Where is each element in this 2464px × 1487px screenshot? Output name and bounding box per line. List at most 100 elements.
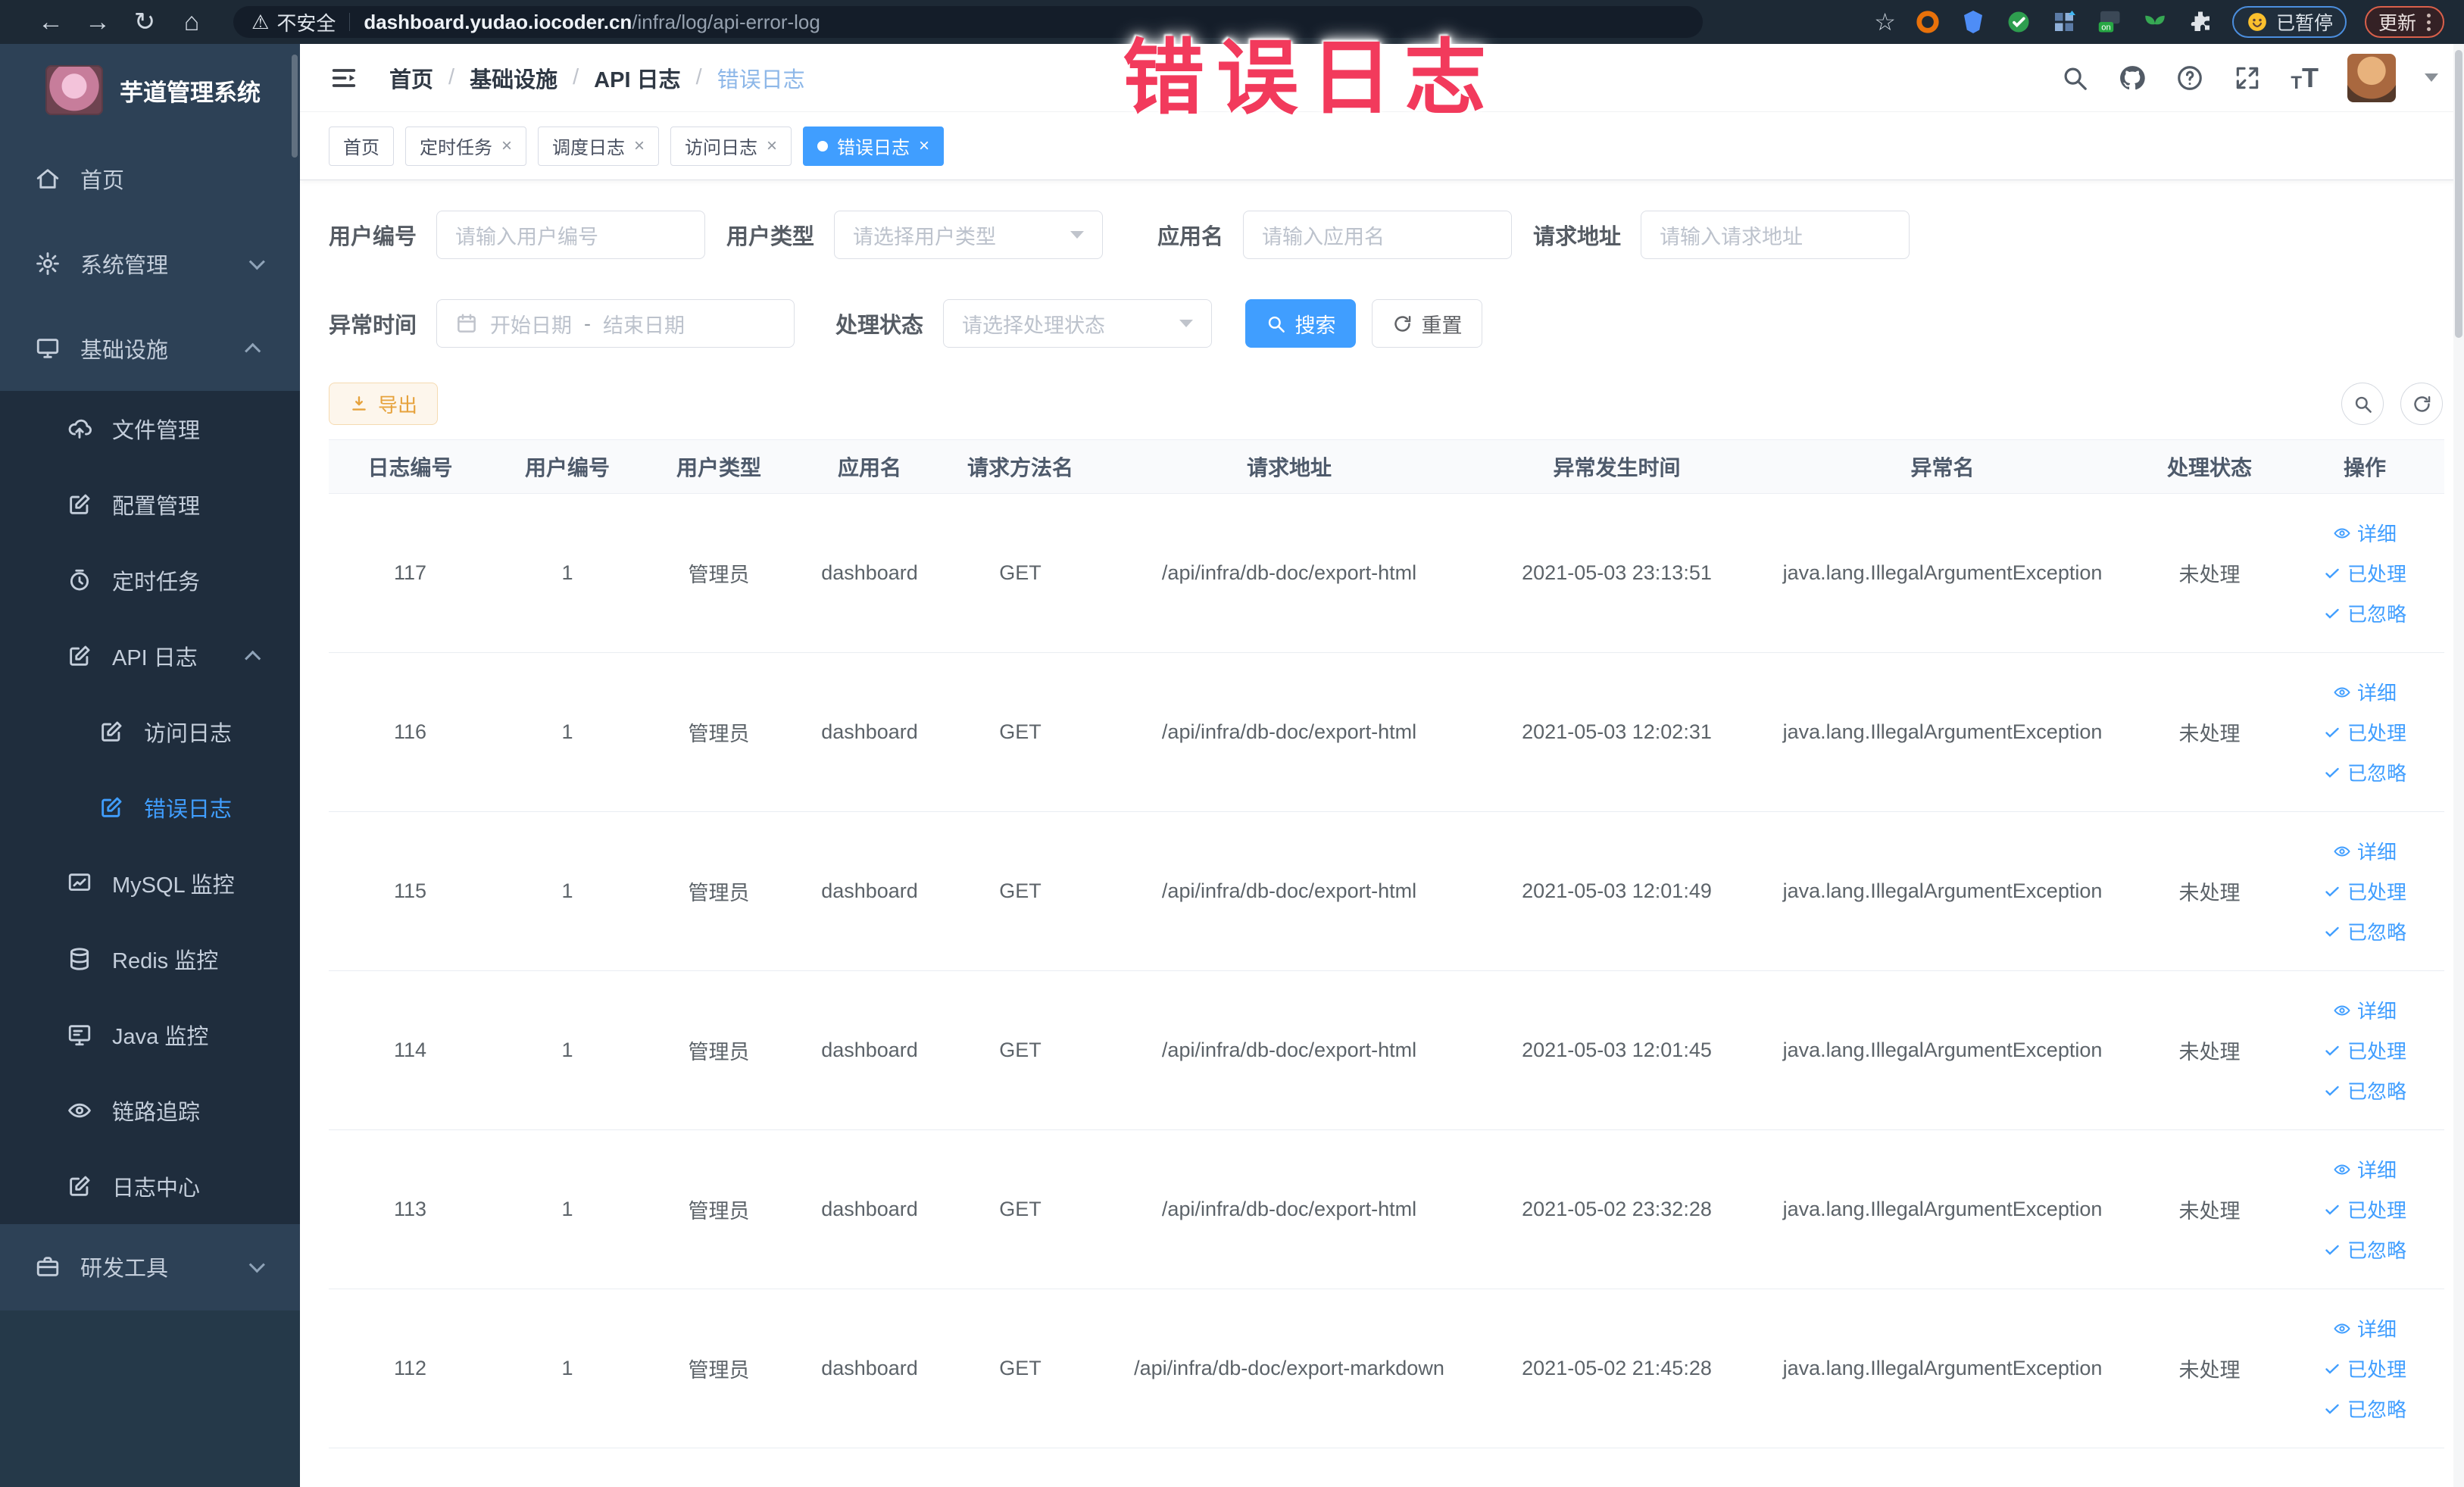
tab-scheduled-task[interactable]: 定时任务 × bbox=[405, 126, 527, 166]
extension-grid-icon[interactable] bbox=[2050, 8, 2078, 36]
mark-ignored-link[interactable]: 已忽略 bbox=[2323, 917, 2406, 945]
mark-processed-link[interactable]: 已处理 bbox=[2323, 1354, 2406, 1382]
fullscreen-icon[interactable] bbox=[2233, 64, 2262, 92]
close-icon[interactable]: × bbox=[767, 136, 777, 157]
check-icon bbox=[2325, 608, 2339, 619]
request-url-input[interactable]: 请输入请求地址 bbox=[1641, 211, 1910, 259]
mark-processed-link[interactable]: 已处理 bbox=[2323, 877, 2406, 905]
extension-on-badge-icon[interactable]: on bbox=[2096, 8, 2123, 36]
breadcrumb-api-log[interactable]: API 日志 bbox=[594, 62, 680, 94]
tab-access-log[interactable]: 访问日志 × bbox=[670, 126, 792, 166]
sidebar-item-label: MySQL 监控 bbox=[112, 873, 235, 898]
hamburger-icon[interactable] bbox=[329, 63, 359, 93]
sidebar-item-log-center[interactable]: 日志中心 bbox=[0, 1148, 300, 1224]
sidebar-item-mysql-monitor[interactable]: MySQL 监控 bbox=[0, 845, 300, 921]
extension-orange-ring-icon[interactable] bbox=[1914, 8, 1941, 36]
cell-log-id: 117 bbox=[393, 561, 427, 584]
mark-processed-link[interactable]: 已处理 bbox=[2323, 718, 2406, 746]
sidebar-item-label: 首页 bbox=[80, 169, 125, 193]
sidebar-item-redis-monitor[interactable]: Redis 监控 bbox=[0, 921, 300, 997]
extensions-puzzle-icon[interactable] bbox=[2187, 8, 2214, 36]
user-id-input[interactable]: 请输入用户编号 bbox=[436, 211, 706, 259]
refresh-table-button[interactable] bbox=[2400, 383, 2443, 425]
font-size-icon[interactable]: TT bbox=[2291, 62, 2319, 94]
detail-link[interactable]: 详细 bbox=[2333, 1314, 2397, 1342]
process-status-select[interactable]: 请选择处理状态 bbox=[943, 299, 1213, 348]
sidebar-item-home[interactable]: 首页 bbox=[0, 136, 300, 221]
help-icon[interactable] bbox=[2175, 64, 2204, 92]
detail-link[interactable]: 详细 bbox=[2333, 837, 2397, 865]
sidebar-item-system[interactable]: 系统管理 bbox=[0, 221, 300, 306]
bookmark-star-icon[interactable]: ☆ bbox=[1874, 8, 1896, 36]
close-icon[interactable]: × bbox=[634, 136, 645, 157]
cell-user-id: 1 bbox=[561, 1039, 573, 1061]
sidebar-item-api-log[interactable]: API 日志 bbox=[0, 618, 300, 694]
detail-link[interactable]: 详细 bbox=[2333, 519, 2397, 547]
mark-processed-link[interactable]: 已处理 bbox=[2323, 559, 2406, 587]
cell-log-id: 116 bbox=[393, 720, 427, 743]
browser-update-button[interactable]: 更新 bbox=[2364, 6, 2444, 38]
avatar-caret-icon[interactable] bbox=[2425, 73, 2438, 82]
kebab-menu-icon[interactable] bbox=[2427, 13, 2431, 31]
breadcrumb-home[interactable]: 首页 bbox=[389, 62, 433, 94]
profile-chip[interactable]: 已暂停 bbox=[2231, 6, 2347, 38]
sidebar-item-access-log[interactable]: 访问日志 bbox=[0, 694, 300, 770]
search-icon[interactable] bbox=[2060, 64, 2089, 92]
scrollbar-thumb[interactable] bbox=[2455, 50, 2462, 338]
app-logo-row[interactable]: 芋道管理系统 bbox=[0, 44, 300, 136]
reload-icon[interactable]: ↻ bbox=[121, 7, 168, 37]
detail-link[interactable]: 详细 bbox=[2333, 996, 2397, 1024]
close-icon[interactable]: × bbox=[501, 136, 512, 157]
annotation-title: 错误日志 bbox=[1123, 32, 1499, 123]
app-name-input[interactable]: 请输入应用名 bbox=[1243, 211, 1513, 259]
github-icon[interactable] bbox=[2118, 64, 2147, 92]
search-button[interactable]: 搜索 bbox=[1245, 299, 1357, 348]
table-row: 114 1 管理员 dashboard GET /api/infra/db-do… bbox=[329, 971, 2444, 1130]
user-type-select[interactable]: 请选择用户类型 bbox=[834, 211, 1104, 259]
sidebar-empty-area bbox=[0, 1310, 300, 1487]
export-button[interactable]: 导出 bbox=[329, 383, 439, 425]
close-icon[interactable]: × bbox=[919, 136, 929, 157]
placeholder: 请输入应用名 bbox=[1262, 225, 1385, 248]
security-label[interactable]: 不安全 bbox=[276, 8, 336, 36]
toggle-search-button[interactable] bbox=[2341, 383, 2384, 425]
sidebar-scrollbar[interactable] bbox=[292, 55, 298, 158]
sidebar-item-error-log[interactable]: 错误日志 bbox=[0, 770, 300, 845]
detail-link[interactable]: 详细 bbox=[2333, 678, 2397, 706]
mark-ignored-link[interactable]: 已忽略 bbox=[2323, 599, 2406, 627]
check-icon bbox=[2325, 568, 2339, 579]
mark-processed-link[interactable]: 已处理 bbox=[2323, 1036, 2406, 1064]
mark-processed-link[interactable]: 已处理 bbox=[2323, 1195, 2406, 1223]
export-button-label: 导出 bbox=[378, 393, 418, 417]
mark-ignored-link[interactable]: 已忽略 bbox=[2323, 1236, 2406, 1264]
sidebar-item-infra[interactable]: 基础设施 bbox=[0, 306, 300, 391]
chevron-down-icon bbox=[1179, 320, 1194, 327]
exception-time-range-picker[interactable]: 开始日期 - 结束日期 bbox=[436, 299, 795, 348]
sidebar-item-label: 系统管理 bbox=[80, 254, 169, 278]
reset-button[interactable]: 重置 bbox=[1372, 299, 1483, 348]
home-icon[interactable]: ⌂ bbox=[168, 8, 215, 37]
cell-user-type: 管理员 bbox=[688, 1359, 750, 1382]
sidebar-item-scheduled-task[interactable]: 定时任务 bbox=[0, 542, 300, 618]
detail-link[interactable]: 详细 bbox=[2333, 1155, 2397, 1183]
mark-ignored-link[interactable]: 已忽略 bbox=[2323, 1076, 2406, 1104]
sidebar-item-config-manage[interactable]: 配置管理 bbox=[0, 467, 300, 542]
forward-icon[interactable]: → bbox=[74, 8, 121, 37]
breadcrumb-infra[interactable]: 基础设施 bbox=[470, 62, 557, 94]
user-avatar[interactable] bbox=[2347, 53, 2396, 102]
page-scrollbar[interactable] bbox=[2453, 44, 2464, 1487]
sidebar-item-dev-tools[interactable]: 研发工具 bbox=[0, 1224, 300, 1309]
extension-sprout-icon[interactable] bbox=[2141, 8, 2169, 36]
tab-schedule-log[interactable]: 调度日志 × bbox=[538, 126, 660, 166]
back-icon[interactable]: ← bbox=[27, 8, 74, 37]
extension-blue-shield-icon[interactable] bbox=[1960, 8, 1987, 36]
extension-green-check-icon[interactable] bbox=[2005, 8, 2032, 36]
sidebar-item-java-monitor[interactable]: Java 监控 bbox=[0, 997, 300, 1073]
sidebar-item-file-manage[interactable]: 文件管理 bbox=[0, 391, 300, 467]
sidebar-item-tracing[interactable]: 链路追踪 bbox=[0, 1073, 300, 1148]
tab-error-log[interactable]: 错误日志 × bbox=[803, 126, 945, 166]
cell-app-name: dashboard bbox=[821, 1039, 918, 1061]
mark-ignored-link[interactable]: 已忽略 bbox=[2323, 1395, 2406, 1423]
tab-home[interactable]: 首页 bbox=[329, 126, 394, 166]
mark-ignored-link[interactable]: 已忽略 bbox=[2323, 758, 2406, 786]
